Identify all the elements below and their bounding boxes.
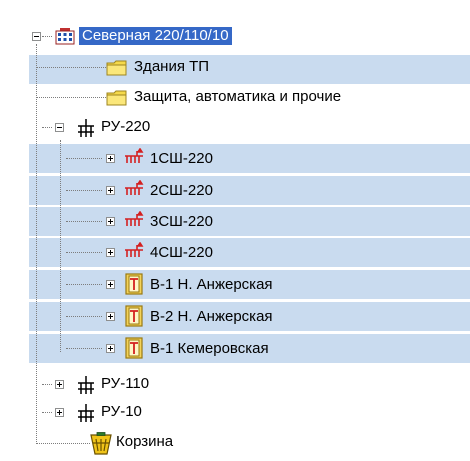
node-label[interactable]: Защита, автоматика и прочие (134, 88, 341, 106)
node-label[interactable]: 1СШ-220 (150, 150, 213, 168)
switchgear-icon (76, 375, 96, 399)
node-label[interactable]: Здания ТП (134, 58, 209, 76)
breaker-bay-icon (124, 305, 144, 331)
expand-toggle[interactable] (55, 408, 64, 417)
expand-toggle[interactable] (55, 380, 64, 389)
node-label[interactable]: Северная 220/110/10 (78, 26, 233, 46)
node-label[interactable]: 3СШ-220 (150, 213, 213, 231)
node-label[interactable]: 2СШ-220 (150, 182, 213, 200)
busbar-icon (124, 241, 144, 264)
busbar-icon (124, 147, 144, 170)
breaker-bay-icon (124, 337, 144, 363)
substation-icon (55, 27, 75, 49)
expand-toggle[interactable] (106, 344, 115, 353)
node-label[interactable]: Корзина (116, 433, 173, 451)
collapse-toggle[interactable] (32, 32, 41, 41)
node-label[interactable]: В-2 Н. Анжерская (150, 308, 273, 326)
busbar-icon (124, 210, 144, 233)
node-label[interactable]: РУ-10 (101, 403, 142, 421)
expand-toggle[interactable] (106, 154, 115, 163)
node-label[interactable]: 4СШ-220 (150, 244, 213, 262)
expand-toggle[interactable] (106, 280, 115, 289)
switchgear-icon (76, 118, 96, 142)
node-label[interactable]: В-1 Н. Анжерская (150, 276, 273, 294)
folder-icon (106, 59, 128, 81)
folder-icon (106, 89, 128, 111)
expand-toggle[interactable] (106, 217, 115, 226)
node-label[interactable]: РУ-110 (101, 375, 149, 393)
switchgear-icon (76, 403, 96, 427)
node-label[interactable]: В-1 Кемеровская (150, 340, 269, 358)
expand-toggle[interactable] (106, 186, 115, 195)
node-label[interactable]: РУ-220 (101, 118, 150, 136)
trash-bin-icon (90, 432, 112, 460)
expand-toggle[interactable] (106, 248, 115, 257)
object-tree: Северная 220/110/10 Здания ТП Защита, ав… (0, 0, 470, 461)
breaker-bay-icon (124, 273, 144, 299)
row-highlight (29, 55, 470, 84)
collapse-toggle[interactable] (55, 123, 64, 132)
busbar-icon (124, 179, 144, 202)
expand-toggle[interactable] (106, 312, 115, 321)
